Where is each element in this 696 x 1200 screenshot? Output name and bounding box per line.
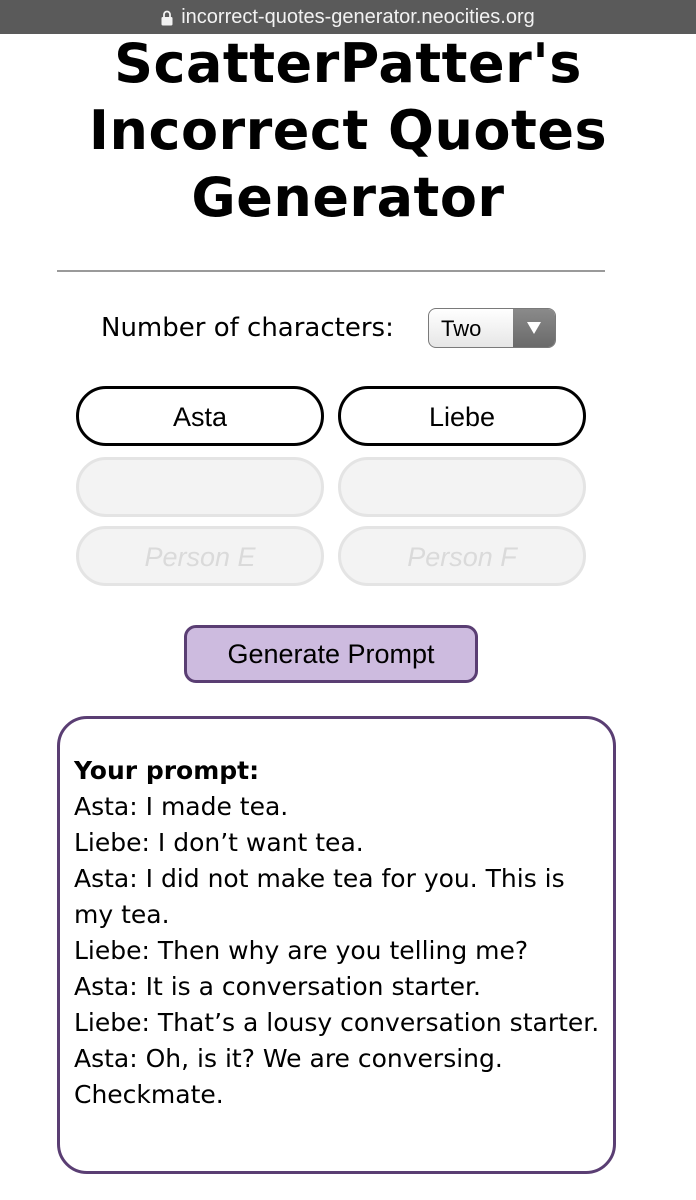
character-c-input[interactable] [76,457,324,517]
title-line: Generator [191,166,505,229]
lock-icon [161,10,173,26]
generate-prompt-button[interactable]: Generate Prompt [184,625,478,683]
prompt-line: Asta: It is a conversation starter. [74,972,481,1001]
url-text: incorrect-quotes-generator.neocities.org [181,5,535,28]
prompt-line: Liebe: Then why are you telling me? [74,936,529,965]
character-e-input[interactable]: Person E [76,526,324,586]
page-title: ScatterPatter's Incorrect Quotes Generat… [0,30,696,231]
prompt-line: Liebe: That’s a lousy conversation start… [74,1008,600,1037]
num-characters-label: Number of characters: [101,313,394,343]
num-characters-select[interactable]: Two [428,308,556,348]
divider [57,270,605,272]
character-a-input[interactable]: Asta [76,386,324,446]
character-b-input[interactable]: Liebe [338,386,586,446]
prompt-line: Asta: I made tea. [74,792,289,821]
prompt-line: Asta: I did not make tea for you. This i… [74,864,565,929]
character-f-input[interactable]: Person F [338,526,586,586]
prompt-heading: Your prompt: [74,756,260,785]
title-line: Incorrect Quotes [88,99,608,162]
prompt-line: Asta: Oh, is it? We are conversing. Chec… [74,1044,503,1109]
prompt-output-box: Your prompt: Asta: I made tea. Liebe: I … [57,716,616,1174]
prompt-line: Liebe: I don’t want tea. [74,828,364,857]
input-placeholder: Person E [144,542,256,572]
select-value: Two [441,316,482,341]
input-placeholder: Person F [407,542,517,572]
triangle-down-icon [513,309,555,347]
prompt-content: Your prompt: Asta: I made tea. Liebe: I … [74,753,604,1113]
browser-url-bar[interactable]: incorrect-quotes-generator.neocities.org [0,0,696,34]
character-d-input[interactable] [338,457,586,517]
title-line: ScatterPatter's [114,32,582,95]
